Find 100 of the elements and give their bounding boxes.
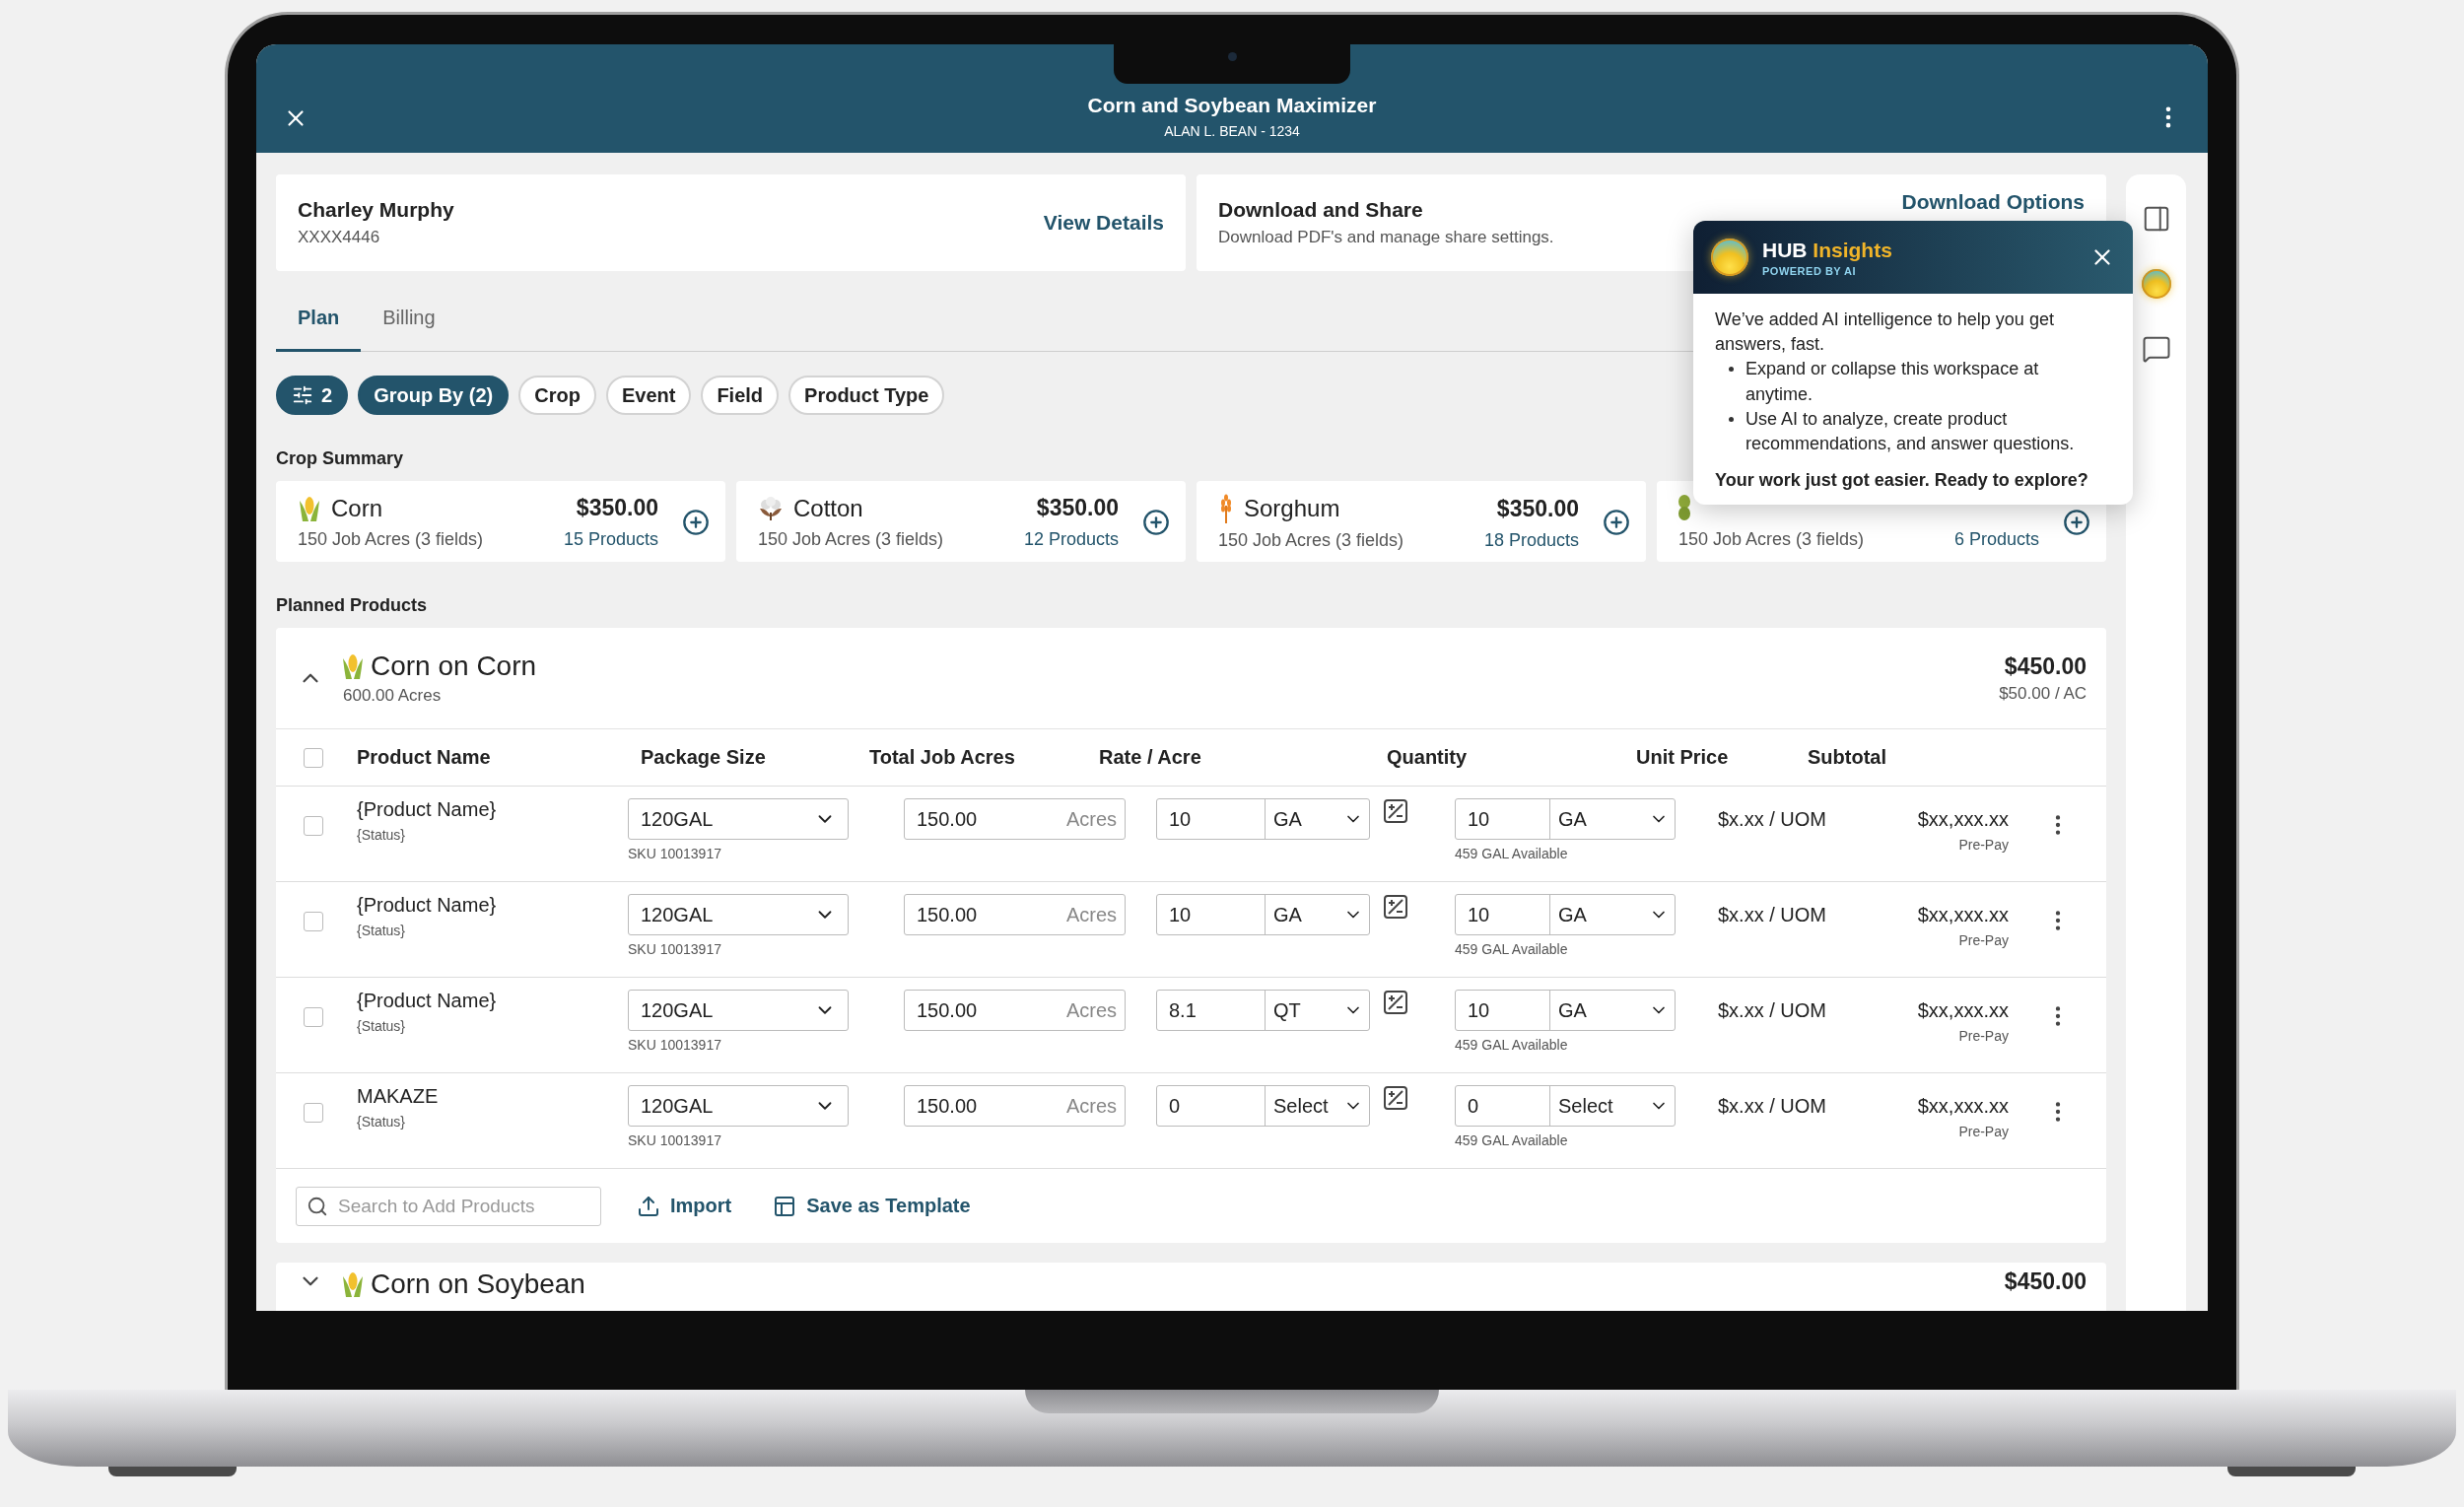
filter-chip[interactable]: Product Type	[788, 376, 945, 415]
search-input[interactable]: Search to Add Products	[336, 1194, 590, 1218]
job-acres: 150 Job Acres (3 fields)	[298, 529, 485, 551]
unit-price: $x.xx / UOM	[1718, 808, 1827, 831]
filter-button[interactable]: 2	[276, 376, 349, 415]
acres-field[interactable]: 150.00 Acres	[904, 1085, 1126, 1127]
filter-chip[interactable]: Crop	[518, 376, 596, 415]
ai-orb-icon	[1711, 239, 1748, 276]
sku-text: SKU 10013917	[628, 1037, 722, 1053]
product-name: {Product Name}	[357, 798, 498, 821]
section-title: Crop Summary	[276, 448, 404, 469]
card-description: Download PDF's and manage share settings.	[1218, 228, 1554, 247]
products-link[interactable]: 6 Products	[1953, 528, 2039, 550]
sliders-icon	[292, 384, 313, 406]
rate-field[interactable]: 0 Select	[1156, 1085, 1370, 1127]
bullet-text: Use AI to analyze, create product recommendations, and answer questions.	[1745, 407, 2076, 455]
filter-chip[interactable]: Field	[701, 376, 780, 415]
subtotal: $xx,xxx.xx	[1916, 808, 2009, 831]
availability-text: 459 GAL Available	[1455, 1132, 1569, 1148]
add-icon[interactable]	[682, 509, 710, 536]
quantity-field[interactable]: 10 GA	[1455, 798, 1676, 840]
view-details-link[interactable]: View Details	[1043, 211, 1164, 235]
rate-field[interactable]: 10 GA	[1156, 798, 1370, 840]
upload-icon	[637, 1194, 660, 1218]
bullet-dot	[1729, 416, 1734, 422]
calculator-icon[interactable]	[1383, 1085, 1408, 1111]
acres-field[interactable]: 150.00 Acres	[904, 894, 1126, 935]
customer-name: Charley Murphy	[298, 198, 454, 222]
filter-chip[interactable]: Group By (2)	[358, 376, 510, 415]
checkbox[interactable]	[304, 816, 323, 836]
soybean-icon	[1678, 495, 1690, 521]
add-icon[interactable]	[2063, 509, 2090, 536]
quantity-field[interactable]: 0 Select	[1455, 1085, 1676, 1127]
popup-intro: We’ve added AI intelligence to help you get answers, fast.	[1715, 308, 2055, 357]
tab[interactable]: Plan	[276, 285, 362, 352]
rate-field[interactable]: 10 GA	[1156, 894, 1370, 935]
crop-name: Cotton	[793, 494, 863, 522]
search-icon	[307, 1195, 328, 1217]
product-status: {Status}	[357, 827, 407, 843]
product-name: {Product Name}	[357, 990, 498, 1012]
subtotal: $xx,xxx.xx	[1916, 904, 2009, 926]
window-subtitle: ALAN L. BEAN - 1234	[1164, 123, 1300, 139]
product-status: {Status}	[357, 1018, 407, 1034]
checkbox[interactable]	[304, 912, 323, 931]
product-name: {Product Name}	[357, 894, 498, 917]
save-template-button[interactable]: Save as Template	[767, 1193, 977, 1219]
subtotal: $xx,xxx.xx	[1916, 1095, 2009, 1118]
calculator-icon[interactable]	[1383, 990, 1408, 1015]
crop-price: $350.00	[575, 495, 658, 522]
bullet-dot	[1729, 367, 1734, 373]
corn-icon	[298, 494, 321, 522]
crop-name: Sorghum	[1244, 495, 1340, 523]
group-total: $450.00	[2004, 1268, 2087, 1295]
product-status: {Status}	[357, 1114, 407, 1130]
add-icon[interactable]	[1603, 509, 1630, 536]
checkbox[interactable]	[304, 1103, 323, 1123]
availability-text: 459 GAL Available	[1455, 941, 1569, 957]
account-number: XXXX4446	[298, 228, 381, 247]
import-button[interactable]: Import	[631, 1193, 738, 1219]
acres-field[interactable]: 150.00 Acres	[904, 990, 1126, 1031]
search-field[interactable]: Search to Add Products	[296, 1186, 601, 1226]
checkbox[interactable]	[304, 747, 323, 768]
checkbox[interactable]	[304, 1007, 323, 1027]
column-header: Quantity	[1387, 746, 1469, 769]
camera-icon	[1227, 52, 1237, 61]
calculator-icon[interactable]	[1383, 798, 1408, 824]
availability-text: 459 GAL Available	[1455, 846, 1569, 861]
products-link[interactable]: 12 Products	[1023, 529, 1119, 551]
unit-price: $x.xx / UOM	[1718, 1095, 1827, 1118]
package-dropdown[interactable]: 120GAL	[628, 894, 849, 935]
group-acres: 600.00 Acres	[342, 686, 443, 706]
products-link[interactable]: 18 Products	[1483, 529, 1579, 551]
filter-chip[interactable]: Event	[605, 376, 692, 415]
products-link[interactable]: 15 Products	[563, 529, 658, 551]
job-acres: 150 Job Acres (3 fields)	[1678, 528, 1866, 550]
job-acres: 150 Job Acres (3 fields)	[758, 529, 945, 551]
availability-text: 459 GAL Available	[1455, 1037, 1569, 1053]
crop-name: Corn	[331, 494, 383, 522]
corn-icon	[341, 652, 365, 680]
package-dropdown[interactable]: 120GAL	[628, 1085, 849, 1127]
chat-icon[interactable]	[2141, 334, 2171, 364]
add-icon[interactable]	[1142, 509, 1170, 536]
quantity-field[interactable]: 10 GA	[1455, 990, 1676, 1031]
section-title: Planned Products	[276, 595, 428, 616]
payment-type: Pre-Pay	[1957, 932, 2009, 948]
tab[interactable]: Billing	[361, 285, 457, 352]
sorghum-icon	[1218, 494, 1234, 524]
rate-field[interactable]: 8.1 QT	[1156, 990, 1370, 1031]
per-acre-price: $50.00 / AC	[1999, 683, 2087, 704]
calculator-icon[interactable]	[1383, 894, 1408, 920]
acres-field[interactable]: 150.00 Acres	[904, 798, 1126, 840]
sku-text: SKU 10013917	[628, 1132, 722, 1148]
download-options-link[interactable]: Download Options	[1901, 190, 2085, 214]
template-icon	[773, 1194, 797, 1218]
package-dropdown[interactable]: 120GAL	[628, 990, 849, 1031]
popup-closing: Your work just got easier. Ready to explore?	[1715, 469, 2089, 493]
quantity-field[interactable]: 10 GA	[1455, 894, 1676, 935]
package-dropdown[interactable]: 120GAL	[628, 798, 849, 840]
unit-price: $x.xx / UOM	[1718, 999, 1827, 1022]
group-name: Corn on Corn	[371, 651, 537, 682]
